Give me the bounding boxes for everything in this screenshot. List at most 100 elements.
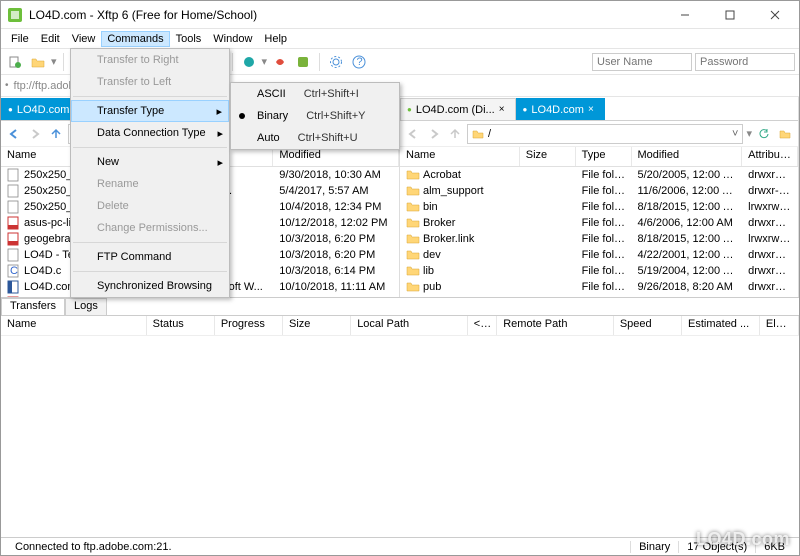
tcol--[interactable]: <-> — [468, 316, 497, 335]
file-icon — [7, 184, 21, 198]
transfers-body — [1, 337, 799, 537]
right-columns[interactable]: NameSizeTypeModifiedAttributes — [400, 147, 798, 167]
file-row[interactable]: libFile folder5/19/2004, 12:00 AMdrwxrwx… — [400, 263, 798, 279]
pdf-icon — [7, 216, 21, 230]
right-tabs: ●LO4D.com (Di...×●LO4D.com× — [400, 97, 798, 121]
cmd-new[interactable]: New▸ — [71, 151, 229, 173]
back-icon[interactable] — [5, 125, 23, 143]
forward-icon[interactable] — [26, 125, 44, 143]
cmd-delete: Delete — [71, 195, 229, 217]
bottom-tab-logs[interactable]: Logs — [65, 298, 107, 315]
tab-close-icon[interactable]: × — [499, 104, 505, 115]
new-session-icon[interactable] — [5, 52, 25, 72]
folder-icon — [406, 248, 420, 262]
tcol-elapse[interactable]: Elapse — [760, 316, 799, 335]
col-size[interactable]: Size — [520, 147, 576, 166]
folder-icon — [472, 128, 484, 140]
folder-icon — [406, 280, 420, 294]
file-icon — [7, 248, 21, 262]
status-text: Connected to ftp.adobe.com:21. — [7, 541, 630, 553]
svg-text:?: ? — [357, 56, 363, 68]
window-title: LO4D.com - Xftp 6 (Free for Home/School) — [29, 8, 662, 22]
menu-file[interactable]: File — [5, 31, 35, 47]
pdf-icon — [7, 232, 21, 246]
right-filelist[interactable]: NameSizeTypeModifiedAttributes AcrobatFi… — [400, 147, 798, 297]
open-folder-icon[interactable] — [28, 52, 48, 72]
cmd-synchronized-browsing[interactable]: Synchronized Browsing — [71, 275, 229, 297]
transfertype-binary[interactable]: BinaryCtrl+Shift+Y — [231, 105, 399, 127]
tcol-remote-path[interactable]: Remote Path — [497, 316, 614, 335]
minimize-button[interactable] — [662, 1, 707, 29]
menu-tools[interactable]: Tools — [170, 31, 208, 47]
file-row[interactable]: pubFile folder9/26/2018, 8:20 AMdrwxrwxr… — [400, 279, 798, 295]
transfertype-auto[interactable]: AutoCtrl+Shift+U — [231, 127, 399, 149]
doc-icon — [7, 280, 21, 294]
cmd-transfer-type[interactable]: Transfer Type▸ — [71, 100, 229, 122]
tcol-progress[interactable]: Progress — [215, 316, 283, 335]
back-icon[interactable] — [404, 125, 422, 143]
bullet-icon: • — [5, 80, 9, 91]
forward-icon[interactable] — [425, 125, 443, 143]
folder-icon — [406, 264, 420, 278]
tab-close-icon[interactable]: × — [588, 104, 594, 115]
watermark: LO4D.com — [696, 529, 790, 550]
cmd-data-connection-type[interactable]: Data Connection Type▸ — [71, 122, 229, 144]
tcol-speed[interactable]: Speed — [614, 316, 682, 335]
file-row[interactable]: Broker.linkFile folder8/18/2015, 12:00 A… — [400, 231, 798, 247]
menu-help[interactable]: Help — [258, 31, 293, 47]
up-icon[interactable] — [47, 125, 65, 143]
transfertype-ascii[interactable]: ASCIICtrl+Shift+I — [231, 83, 399, 105]
file-icon — [7, 200, 21, 214]
col-name[interactable]: Name — [400, 147, 520, 166]
commands-menu[interactable]: Transfer to RightTransfer to LeftTransfe… — [70, 48, 230, 298]
cmd-ftp-command[interactable]: FTP Command — [71, 246, 229, 268]
cmd-change-permissions-: Change Permissions... — [71, 217, 229, 239]
file-row[interactable]: BrokerFile folder4/6/2006, 12:00 AMdrwxr… — [400, 215, 798, 231]
cmd-rename: Rename — [71, 173, 229, 195]
dot-green-icon[interactable] — [293, 52, 313, 72]
right-pane: ●LO4D.com (Di...×●LO4D.com× / ˅ ▾ NameSi… — [400, 97, 799, 297]
up-icon[interactable] — [446, 125, 464, 143]
app-icon — [7, 7, 23, 23]
bottom-tab-transfers[interactable]: Transfers — [1, 298, 65, 315]
tcol-size[interactable]: Size — [283, 316, 351, 335]
file-row[interactable]: binFile folder8/18/2015, 12:00 AMlrwxrwx… — [400, 199, 798, 215]
refresh-icon[interactable] — [755, 125, 773, 143]
col-attributes[interactable]: Attributes — [742, 147, 798, 166]
password-input[interactable] — [695, 53, 795, 71]
folder-icon — [406, 184, 420, 198]
file-row[interactable]: AcrobatFile folder5/20/2005, 12:00 AMdrw… — [400, 167, 798, 183]
col-modified[interactable]: Modified — [632, 147, 743, 166]
dot-red-icon[interactable] — [270, 52, 290, 72]
titlebar: LO4D.com - Xftp 6 (Free for Home/School) — [1, 1, 799, 29]
menubar: FileEditViewCommandsToolsWindowHelp — [1, 29, 799, 49]
menu-commands[interactable]: Commands — [101, 31, 169, 47]
menu-window[interactable]: Window — [207, 31, 258, 47]
newfolder-icon[interactable] — [776, 125, 794, 143]
dot-teal-icon[interactable] — [239, 52, 259, 72]
folder-icon — [406, 216, 420, 230]
col-type[interactable]: Type — [576, 147, 632, 166]
tab-lo4d-com-di-[interactable]: ●LO4D.com (Di...× — [400, 98, 516, 120]
status-bar: Connected to ftp.adobe.com:21. Binary 17… — [1, 537, 799, 555]
file-row[interactable]: devFile folder4/22/2001, 12:00 AMdrwxrwx… — [400, 247, 798, 263]
folder-icon — [406, 232, 420, 246]
gear-icon[interactable] — [326, 52, 346, 72]
tcol-local-path[interactable]: Local Path — [351, 316, 468, 335]
maximize-button[interactable] — [707, 1, 752, 29]
tcol-estimated-[interactable]: Estimated ... — [682, 316, 760, 335]
tab-lo4d-com[interactable]: ●LO4D.com× — [516, 98, 605, 120]
file-icon — [7, 168, 21, 182]
username-input[interactable] — [592, 53, 692, 71]
transfers-panel: TransfersLogs NameStatusProgressSizeLoca… — [1, 297, 799, 337]
tcol-name[interactable]: Name — [1, 316, 147, 335]
tcol-status[interactable]: Status — [147, 316, 215, 335]
right-path-input[interactable]: / ˅ — [467, 124, 743, 144]
menu-edit[interactable]: Edit — [35, 31, 66, 47]
transfer-type-submenu[interactable]: ASCIICtrl+Shift+IBinaryCtrl+Shift+YAutoC… — [230, 82, 400, 150]
close-button[interactable] — [752, 1, 797, 29]
right-path-text: / — [488, 128, 491, 140]
file-row[interactable]: alm_supportFile folder11/6/2006, 12:00 A… — [400, 183, 798, 199]
menu-view[interactable]: View — [66, 31, 102, 47]
help-icon[interactable]: ? — [349, 52, 369, 72]
